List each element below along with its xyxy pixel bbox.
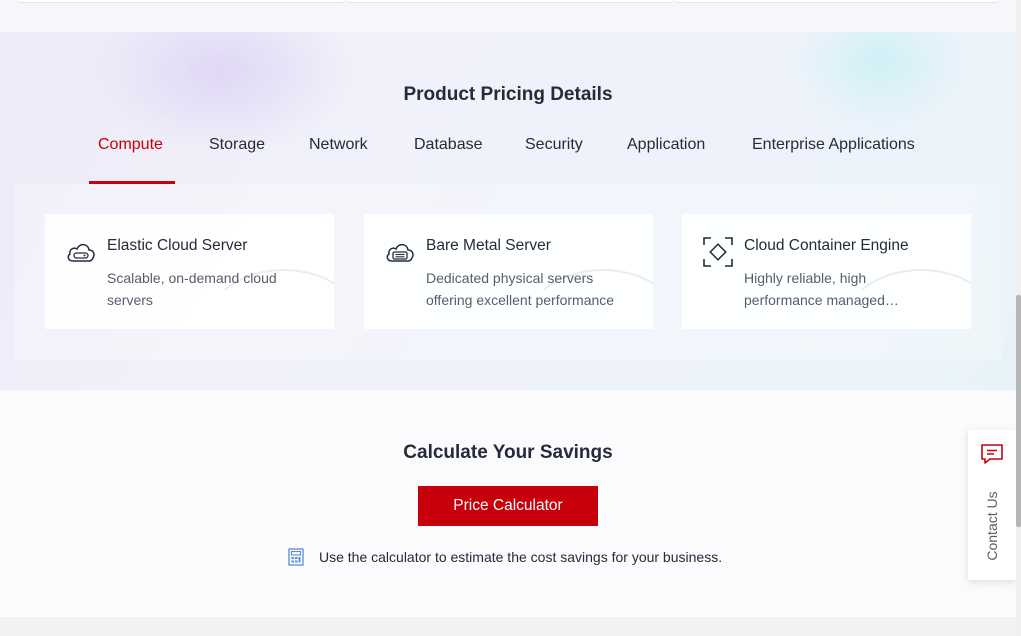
card-description: Highly reliable, high performance manage… (744, 270, 885, 308)
bare-metal-server-icon (384, 236, 416, 268)
price-calculator-button[interactable]: Price Calculator (418, 486, 598, 526)
tab-storage[interactable]: Storage (209, 136, 265, 154)
next-section-strip (0, 617, 1016, 636)
tab-network[interactable]: Network (309, 136, 368, 154)
cloud-server-icon (65, 236, 97, 268)
contact-us-label: Contact Us (984, 491, 1000, 561)
product-tabs: Compute Storage Network Database Securit… (0, 126, 1016, 184)
tab-application[interactable]: Application (627, 136, 705, 154)
savings-title: Calculate Your Savings (403, 442, 613, 463)
product-card-elastic-cloud-server[interactable]: Elastic Cloud Server Scalable, on-demand… (45, 214, 334, 329)
previous-section-strip (0, 0, 1016, 32)
savings-section: Calculate Your Savings Price Calculator … (0, 390, 1016, 617)
pricing-section: Product Pricing Details Compute Storage … (0, 32, 1016, 390)
product-cards-panel: Elastic Cloud Server Scalable, on-demand… (15, 184, 1001, 360)
contact-us-widget[interactable]: Contact Us (968, 430, 1016, 580)
page-scrollbar-thumb[interactable] (1016, 295, 1021, 527)
tab-enterprise-applications[interactable]: Enterprise Applications (752, 136, 915, 154)
tab-compute[interactable]: Compute (98, 136, 163, 154)
previous-card-edge (18, 0, 343, 3)
product-card-bare-metal-server[interactable]: Bare Metal Server Dedicated physical ser… (364, 214, 653, 329)
chat-icon (980, 443, 1004, 465)
card-description: Dedicated physical servers offering exce… (426, 270, 615, 308)
card-title: Bare Metal Server (426, 237, 551, 254)
previous-card-edge (347, 0, 672, 3)
pricing-title: Product Pricing Details (403, 84, 613, 105)
container-engine-icon (702, 236, 734, 268)
calculator-note-text: Use the calculator to estimate the cost … (319, 549, 723, 565)
background-glow (790, 32, 970, 132)
previous-card-edge (676, 0, 998, 3)
card-title: Cloud Container Engine (744, 237, 909, 254)
card-description: Scalable, on-demand cloud servers (107, 270, 277, 308)
tab-database[interactable]: Database (414, 136, 483, 154)
calculator-icon (288, 548, 304, 566)
tab-security[interactable]: Security (525, 136, 583, 154)
card-title: Elastic Cloud Server (107, 237, 248, 254)
product-card-cloud-container-engine[interactable]: Cloud Container Engine Highly reliable, … (682, 214, 971, 329)
